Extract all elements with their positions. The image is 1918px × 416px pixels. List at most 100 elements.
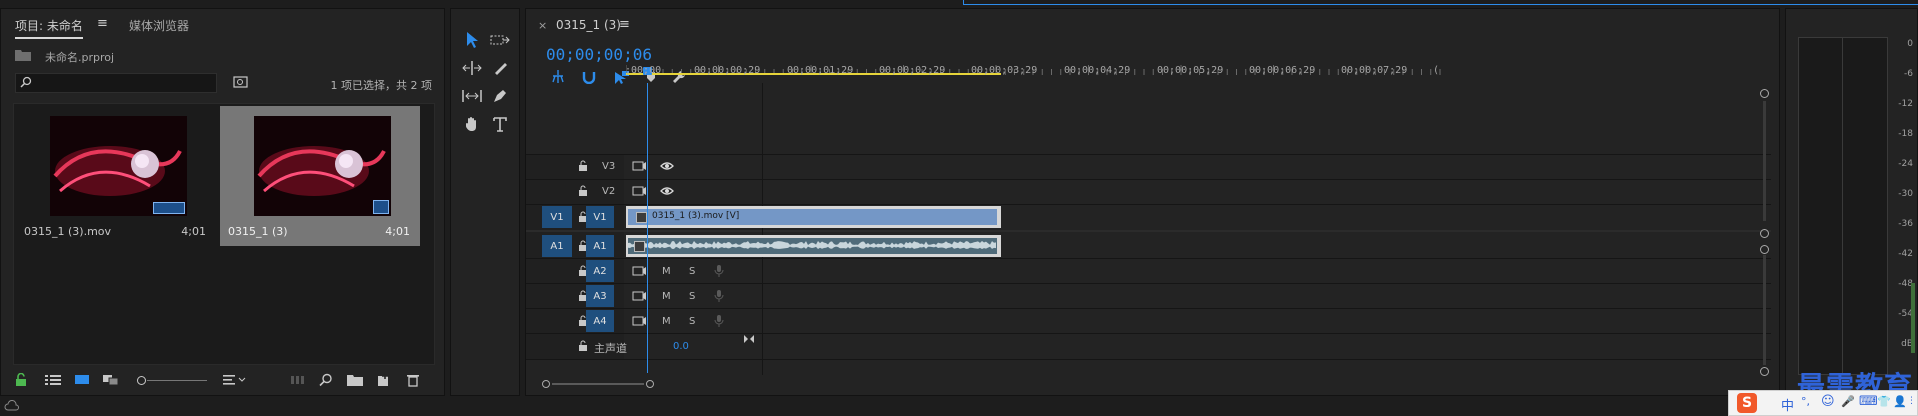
list-item[interactable]: 0315_1 (3).mov 4;01: [16, 106, 216, 246]
new-bin-icon[interactable]: [347, 374, 363, 389]
tab-project[interactable]: 项目: 未命名: [15, 17, 83, 39]
search-input[interactable]: [36, 74, 215, 92]
timeline-panel: × 0315_1 (3) ≡ 00;00;00;06 ;00;00 00;00;…: [525, 8, 1780, 396]
project-panel-menu-icon[interactable]: ≡: [97, 16, 108, 31]
sync-lock-icon[interactable]: [632, 291, 646, 304]
vertical-zoom-handle[interactable]: [1760, 89, 1769, 98]
voiceover-mic-icon[interactable]: [714, 289, 724, 306]
search-field[interactable]: [15, 73, 217, 93]
lock-icon[interactable]: [15, 372, 27, 390]
type-tool-icon[interactable]: [489, 113, 511, 135]
pen-tool-icon[interactable]: [489, 85, 511, 107]
selection-tool-icon[interactable]: [461, 29, 483, 51]
mute-button[interactable]: M: [662, 266, 671, 277]
zoom-slider-handle[interactable]: [137, 376, 146, 385]
voiceover-mic-icon[interactable]: [714, 264, 724, 281]
track-divider: [526, 283, 1771, 284]
folder-icon: [15, 49, 31, 64]
ruler-label: 00;00;04;29: [1064, 65, 1131, 76]
sort-icon[interactable]: [223, 374, 247, 389]
audio-scrollbar-track[interactable]: [1763, 255, 1766, 365]
track-target-a4[interactable]: A4: [586, 310, 614, 332]
new-item-icon[interactable]: [377, 373, 391, 390]
razor-tool-icon[interactable]: [489, 57, 511, 79]
track-target-a3[interactable]: A3: [586, 285, 614, 307]
meter-bar-right: [1842, 37, 1888, 375]
mute-button[interactable]: M: [662, 291, 671, 302]
track-target-v1[interactable]: V1: [586, 206, 614, 228]
meter-level-indicator: [1911, 283, 1915, 353]
ime-more-icon[interactable]: ⋮⋮: [1907, 396, 1918, 406]
list-view-icon[interactable]: [45, 374, 61, 389]
voiceover-mic-icon[interactable]: [714, 314, 724, 331]
ruler-label: 00;00;06;29: [1249, 65, 1316, 76]
vertical-zoom-handle[interactable]: [1760, 229, 1769, 238]
icon-view-icon[interactable]: [75, 374, 89, 389]
ime-toolbar[interactable]: S 中 °, ☺ 🎤 ⌨ 👕 👤 ⋮⋮: [1728, 390, 1918, 416]
track-target-a1[interactable]: A1: [586, 235, 614, 257]
nest-icon[interactable]: [550, 70, 566, 87]
video-clip[interactable]: 0315_1 (3).mov [V]: [626, 206, 1001, 228]
clip-name: 0315_1 (3).mov: [24, 225, 112, 238]
sequence-menu-icon[interactable]: ≡: [619, 17, 630, 32]
eye-icon[interactable]: [660, 186, 674, 199]
find-icon[interactable]: [233, 75, 249, 92]
track-select-tool-icon[interactable]: [489, 29, 511, 51]
ruler-label: (: [1433, 65, 1440, 76]
freeform-view-icon[interactable]: [103, 373, 121, 390]
ruler-label: 00;00;00;29: [694, 65, 761, 76]
source-patch-v1[interactable]: V1: [542, 206, 572, 228]
sync-lock-icon[interactable]: [632, 161, 646, 174]
clip-duration: 4;01: [181, 225, 206, 238]
ime-mode-chinese[interactable]: 中: [1781, 395, 1794, 414]
mute-button[interactable]: M: [662, 316, 671, 327]
audio-clip[interactable]: [626, 235, 1001, 257]
find-bin-icon[interactable]: [319, 373, 333, 390]
meter-tick-label: -6: [1904, 69, 1913, 79]
list-item[interactable]: 0315_1 (3) 4;01: [220, 106, 420, 246]
ime-punct-icon[interactable]: °,: [1801, 395, 1810, 408]
sync-lock-icon[interactable]: [632, 186, 646, 199]
sync-lock-icon[interactable]: [632, 316, 646, 329]
snap-icon[interactable]: [582, 70, 596, 87]
tab-media-browser[interactable]: 媒体浏览器: [129, 17, 189, 34]
track-target-a2[interactable]: A2: [586, 260, 614, 282]
solo-button[interactable]: S: [689, 266, 695, 277]
ime-emoji-icon[interactable]: ☺: [1821, 394, 1835, 409]
sync-lock-icon[interactable]: [632, 266, 646, 279]
ripple-edit-tool-icon[interactable]: [461, 57, 483, 79]
vertical-zoom-handle[interactable]: [1760, 245, 1769, 254]
video-scrollbar-track[interactable]: [1763, 101, 1766, 221]
track-lock-icon[interactable]: [578, 340, 588, 355]
ime-skin-icon[interactable]: 👕: [1877, 395, 1891, 408]
slip-tool-icon[interactable]: [461, 85, 483, 107]
solo-button[interactable]: S: [689, 291, 695, 302]
track-lock-icon[interactable]: [578, 160, 588, 175]
track-divider: [526, 333, 1771, 334]
horizontal-scrollbar[interactable]: [542, 379, 1767, 389]
go-to-end-icon[interactable]: [743, 334, 755, 347]
hand-tool-icon[interactable]: [461, 113, 483, 135]
project-file-name: 未命名.prproj: [45, 51, 115, 64]
ime-user-icon[interactable]: 👤: [1893, 395, 1907, 408]
scroll-handle-left[interactable]: [542, 380, 550, 388]
clip-thumbnail: [254, 116, 391, 216]
scroll-thumb[interactable]: [552, 383, 644, 385]
video-clip-name: 0315_1 (3).mov [V]: [652, 211, 740, 221]
scroll-handle-right[interactable]: [646, 380, 654, 388]
delete-icon[interactable]: [407, 373, 419, 390]
ime-voice-icon[interactable]: 🎤: [1841, 395, 1855, 408]
project-bottom-toolbar: [1, 367, 446, 395]
header-content-divider: [762, 83, 763, 375]
ime-keyboard-icon[interactable]: ⌨: [1859, 394, 1878, 409]
solo-button[interactable]: S: [689, 316, 695, 327]
meter-tick-label: -18: [1898, 129, 1913, 139]
close-tab-icon[interactable]: ×: [538, 19, 547, 32]
tab-sequence[interactable]: 0315_1 (3): [556, 18, 621, 32]
master-volume-value[interactable]: 0.0: [673, 341, 689, 352]
track-lock-icon[interactable]: [578, 185, 588, 200]
zoom-slider[interactable]: [137, 376, 207, 385]
eye-icon[interactable]: [660, 161, 674, 174]
vertical-zoom-handle[interactable]: [1760, 367, 1769, 376]
source-patch-a1[interactable]: A1: [542, 235, 572, 257]
